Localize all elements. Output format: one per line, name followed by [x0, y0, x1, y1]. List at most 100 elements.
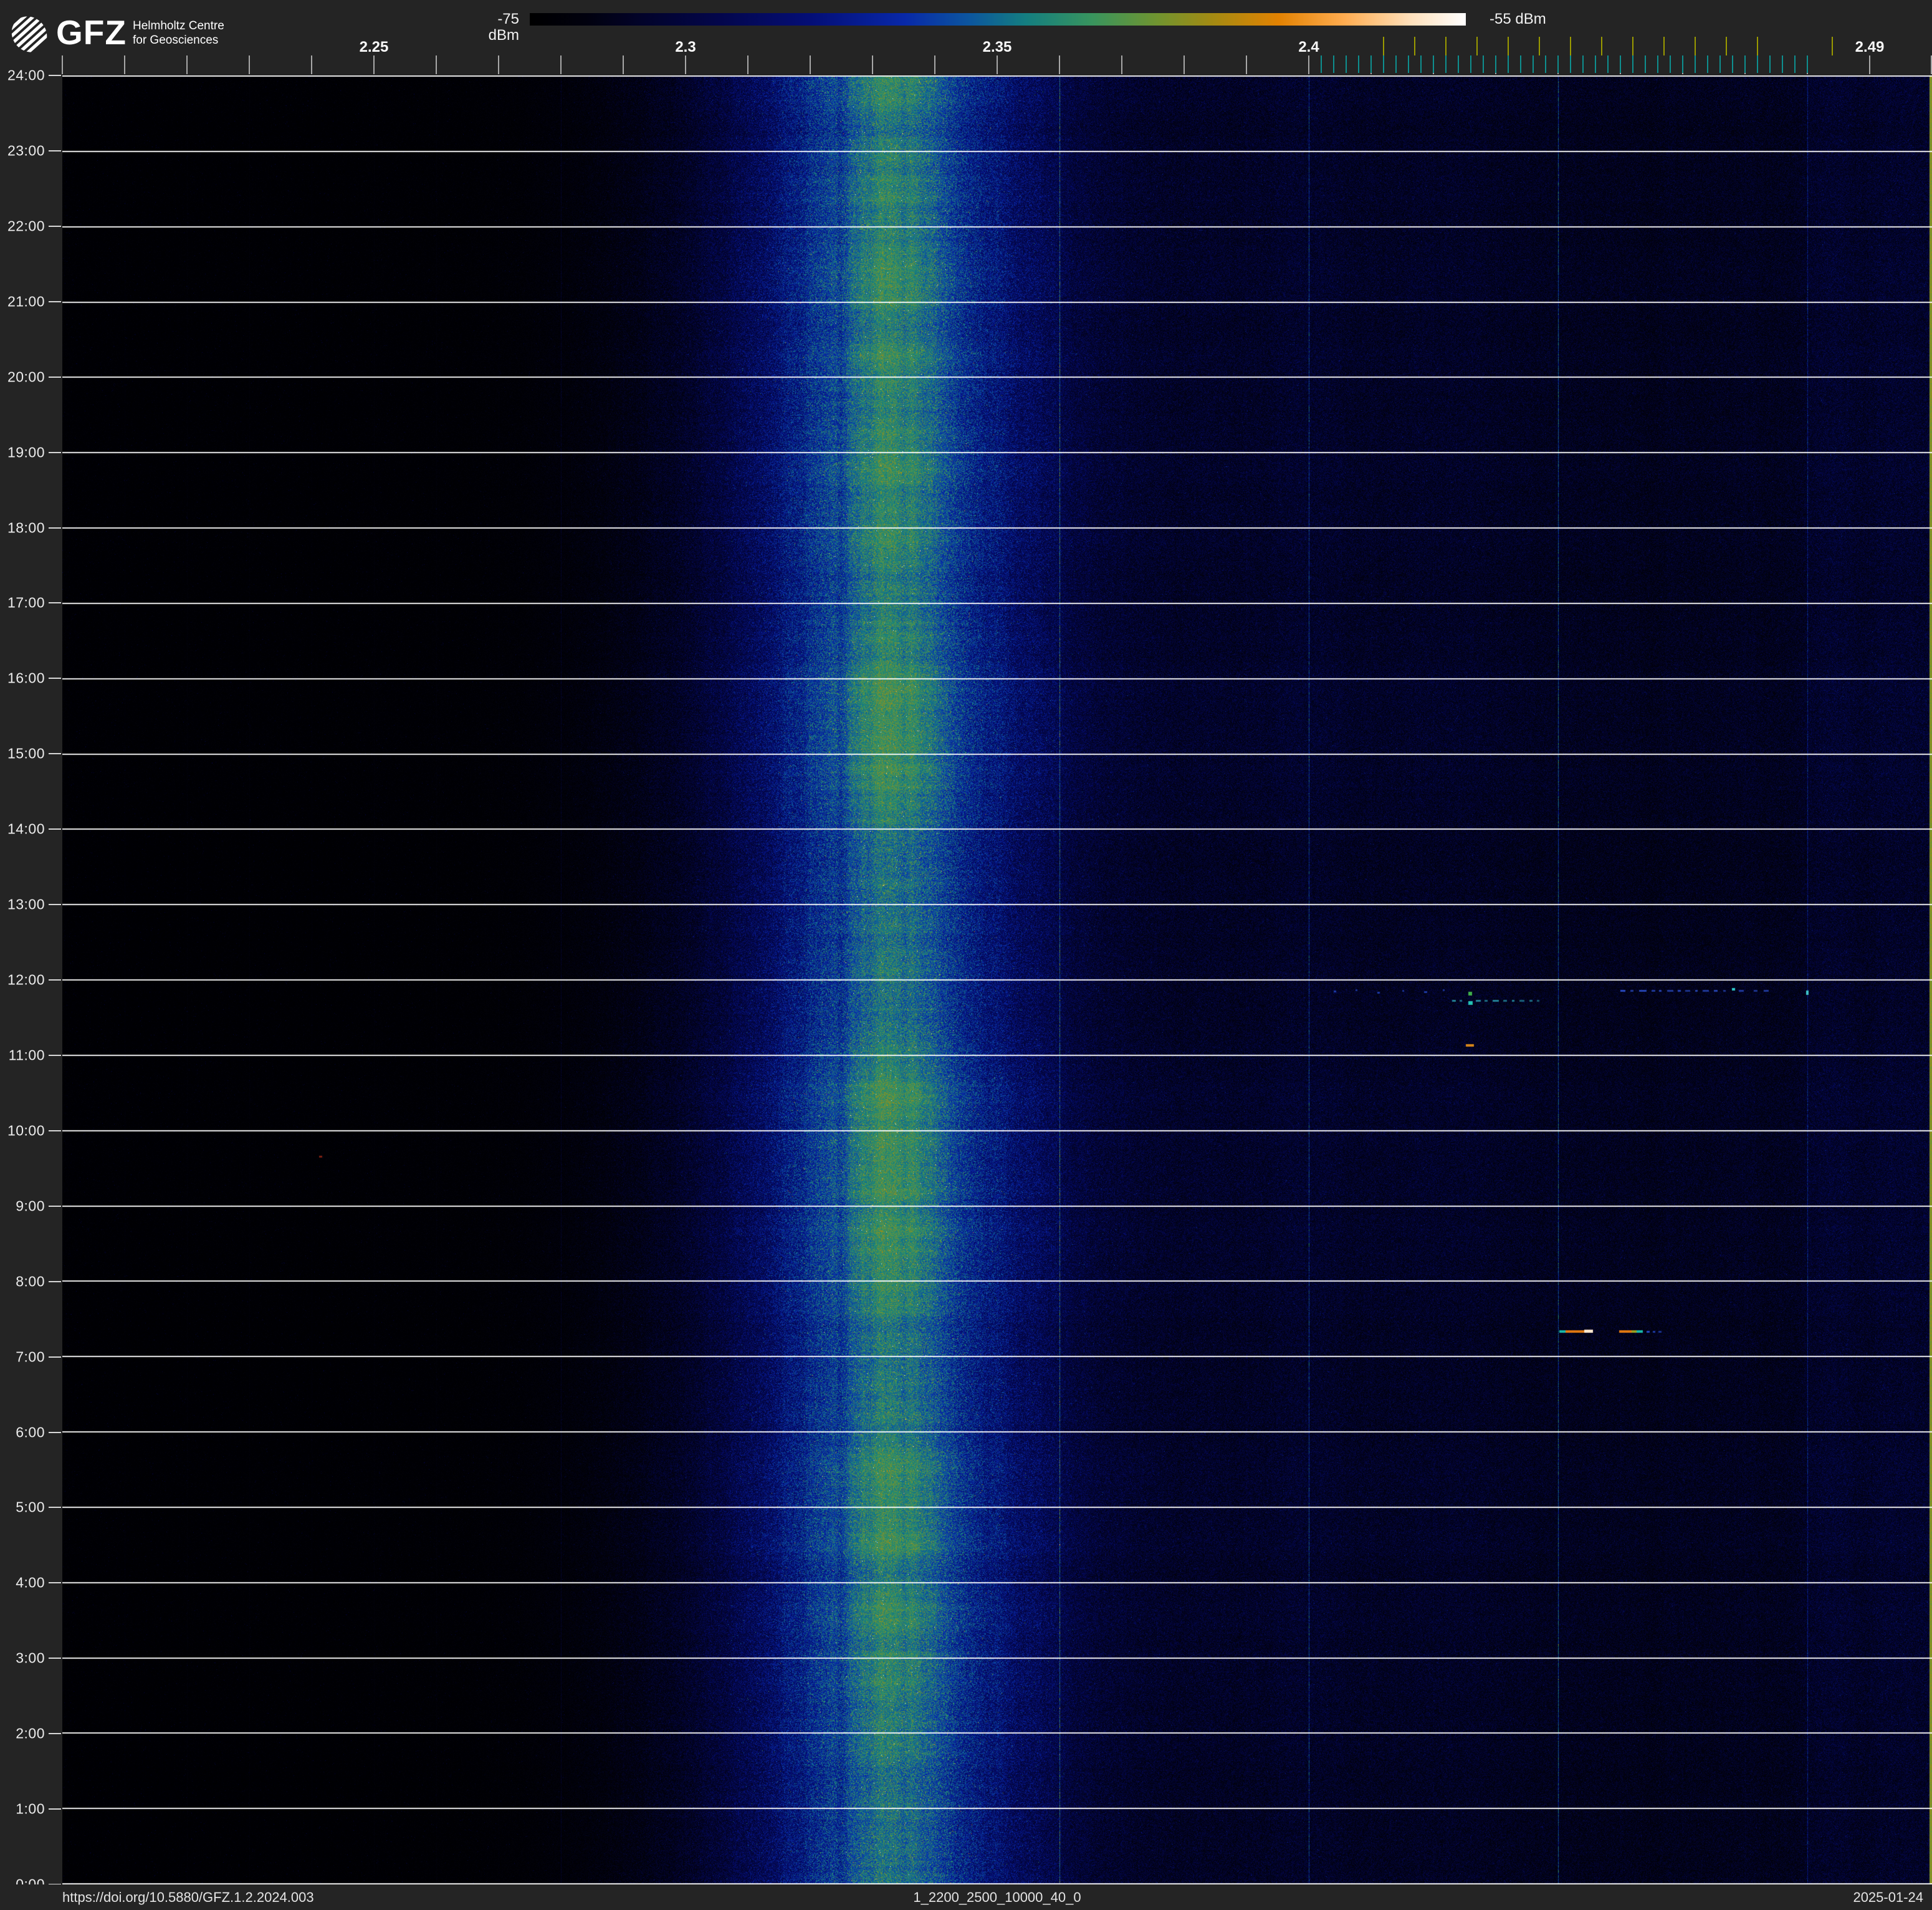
- time-tick: [49, 678, 61, 679]
- freq-tick: [1308, 55, 1309, 74]
- wifi-channel-tick: [1445, 37, 1447, 55]
- wifi-channel-tick: [1757, 37, 1758, 55]
- time-tick: [49, 1356, 61, 1358]
- ble-channel-tick: [1769, 55, 1771, 73]
- ble-channel-tick: [1433, 55, 1434, 73]
- freq-tick: [124, 55, 125, 74]
- time-axis: 24:00 23:00 22:00 21:00 20:00 19:00 18:00 17:00…: [0, 0, 62, 1910]
- footer-bar: https://doi.org/10.5880/GFZ.1.2.2024.003…: [0, 1884, 1932, 1910]
- freq-tick: [249, 55, 250, 74]
- time-label: 3:00: [16, 1649, 45, 1666]
- ble-channel-tick: [1682, 55, 1683, 73]
- freq-label: 2.49: [1855, 39, 1885, 55]
- ble-channel-tick: [1520, 55, 1521, 73]
- ble-channel-tick: [1508, 55, 1509, 73]
- wifi-channel-tick: [1383, 37, 1384, 55]
- time-tick: [49, 1658, 61, 1659]
- ble-channel-tick: [1794, 55, 1796, 73]
- time-label: 19:00: [7, 444, 45, 461]
- time-tick: [49, 828, 61, 830]
- wifi-channel-tick: [1508, 37, 1509, 55]
- ble-channel-tick: [1495, 55, 1496, 73]
- freq-tick: [1121, 55, 1122, 74]
- time-label: 15:00: [7, 745, 45, 762]
- ble-channel-tick: [1757, 55, 1758, 73]
- freq-label: 2.25: [359, 39, 389, 55]
- freq-tick: [1869, 55, 1870, 74]
- ble-channel-tick: [1744, 55, 1746, 73]
- time-tick: [49, 1733, 61, 1735]
- ble-channel-tick: [1321, 55, 1322, 73]
- time-tick: [49, 451, 61, 453]
- wifi-channel-tick: [1832, 37, 1833, 55]
- freq-tick: [373, 55, 375, 74]
- time-label: 13:00: [7, 896, 45, 913]
- ble-channel-tick: [1719, 55, 1721, 73]
- ble-channel-tick: [1657, 55, 1658, 73]
- time-label: 12:00: [7, 971, 45, 988]
- freq-tick: [997, 55, 998, 74]
- wifi-channel-tick: [1414, 37, 1415, 55]
- time-tick: [49, 150, 61, 151]
- time-tick: [49, 1280, 61, 1282]
- time-label: 22:00: [7, 218, 45, 234]
- time-tick: [49, 225, 61, 227]
- ble-channel-tick: [1333, 55, 1334, 73]
- time-tick: [49, 979, 61, 981]
- ble-channel-tick: [1620, 55, 1621, 73]
- wifi-channel-tick: [1663, 37, 1665, 55]
- freq-tick: [623, 55, 624, 74]
- freq-tick: [934, 55, 935, 74]
- ble-channel-tick: [1782, 55, 1783, 73]
- time-tick: [49, 1808, 61, 1810]
- wifi-channel-tick: [1726, 37, 1727, 55]
- ble-channel-tick: [1670, 55, 1671, 73]
- time-label: 10:00: [7, 1122, 45, 1139]
- time-label: 11:00: [8, 1047, 45, 1063]
- ble-channel-tick: [1570, 55, 1571, 73]
- ble-channel-tick: [1607, 55, 1609, 73]
- date-label: 2025-01-24: [1853, 1889, 1923, 1905]
- ble-channel-tick: [1707, 55, 1708, 73]
- time-tick: [49, 904, 61, 906]
- time-tick: [49, 1507, 61, 1509]
- wifi-channel-tick: [1539, 37, 1540, 55]
- freq-tick: [186, 55, 188, 74]
- time-tick: [49, 1582, 61, 1584]
- time-label: 5:00: [16, 1499, 45, 1515]
- freq-tick: [1184, 55, 1185, 74]
- time-label: 4:00: [16, 1574, 45, 1591]
- freq-tick: [810, 55, 811, 74]
- freq-tick: [560, 55, 562, 74]
- freq-tick: [872, 55, 873, 74]
- time-tick: [49, 1054, 61, 1056]
- ble-channel-tick: [1807, 55, 1808, 73]
- ble-channel-tick: [1445, 55, 1447, 73]
- ble-channel-tick: [1483, 55, 1484, 73]
- time-tick: [49, 753, 61, 755]
- time-label: 8:00: [16, 1273, 45, 1290]
- ble-channel-tick: [1395, 55, 1397, 73]
- wifi-channel-tick: [1476, 37, 1478, 55]
- ble-channel-tick: [1408, 55, 1409, 73]
- wifi-channel-tick: [1570, 37, 1571, 55]
- ble-channel-tick: [1370, 55, 1372, 73]
- wifi-channel-tick: [1632, 37, 1633, 55]
- freq-label: 2.3: [675, 39, 696, 55]
- time-label: 24:00: [7, 67, 45, 84]
- frequency-axis: 2.25 2.3 2.35 2.4 2.49: [62, 0, 1932, 75]
- time-label: 23:00: [7, 142, 45, 159]
- time-tick: [49, 1130, 61, 1131]
- freq-tick: [311, 55, 312, 74]
- ble-channel-tick: [1545, 55, 1546, 73]
- ble-channel-tick: [1632, 55, 1633, 73]
- time-label: 17:00: [7, 594, 45, 611]
- time-tick: [49, 300, 61, 302]
- time-tick: [49, 602, 61, 604]
- freq-label: 2.35: [982, 39, 1012, 55]
- time-label: 1:00: [16, 1800, 45, 1817]
- time-label: 16:00: [7, 669, 45, 686]
- freq-tick: [1059, 55, 1060, 74]
- spectrogram-page: GFZ Helmholtz Centre for Geosciences -75…: [0, 0, 1932, 1910]
- time-tick: [49, 1431, 61, 1433]
